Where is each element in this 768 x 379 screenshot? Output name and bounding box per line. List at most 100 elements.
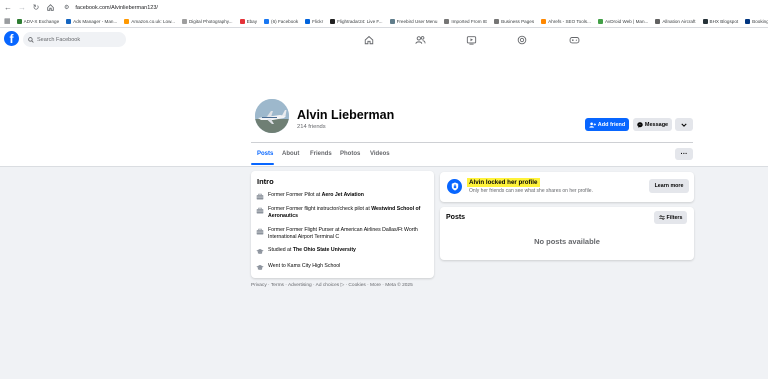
bookmark-favicon-icon [124, 18, 130, 24]
intro-item-text: Former Former Pilot at Aero Jet Aviation [268, 192, 364, 199]
intro-item: Former Former Flight Purser at American … [256, 227, 426, 241]
bookmark-favicon-icon [745, 18, 751, 24]
intro-item-prefix: Former Former Flight Purser at American … [268, 227, 418, 240]
bookmark-favicon-icon [305, 18, 311, 24]
bookmark-label: Flickr [312, 18, 324, 24]
bookmark-item[interactable]: Flickr [305, 18, 324, 24]
bookmark-item[interactable]: Booking A [745, 18, 768, 24]
nav-friends-icon[interactable] [412, 32, 428, 47]
chevron-down-icon [681, 123, 687, 127]
bookmark-item[interactable]: Ahrefs - SEO Tools... [541, 18, 591, 24]
search-input[interactable]: Search Facebook [23, 32, 126, 47]
posts-card: Posts Filters No posts available [440, 207, 694, 260]
bookmark-favicon-icon [66, 18, 72, 24]
nav-groups-icon[interactable] [514, 32, 530, 47]
facebook-logo-icon[interactable]: f [4, 31, 19, 46]
filters-button[interactable]: Filters [654, 211, 687, 224]
profile-dropdown-button[interactable] [675, 118, 693, 131]
profile-divider [251, 142, 693, 143]
intro-item-text: Went to Kams City High School [268, 263, 340, 270]
tabs-more-button[interactable]: ··· [675, 148, 693, 160]
url-field[interactable]: ⚙ facebook.com/Alvinlieberman123/ [64, 4, 158, 12]
bookmark-favicon-icon [181, 18, 187, 24]
message-label: Message [644, 121, 669, 128]
back-icon[interactable]: ← [2, 2, 14, 14]
bookmark-item[interactable]: Business Pages [494, 18, 535, 24]
intro-item: Went to Kams City High School [256, 263, 426, 271]
home-icon[interactable] [44, 2, 56, 14]
bookmark-item[interactable]: Freebird User Menu [389, 18, 437, 24]
avatar-airplane-image [255, 99, 289, 133]
bookmark-item[interactable]: Ads Manager - Man... [66, 18, 117, 24]
intro-item-prefix: Former Former Pilot at [268, 192, 322, 198]
bookmark-favicon-icon [239, 18, 245, 24]
search-icon [28, 36, 34, 43]
bookmark-item[interactable]: BHX Blogspot [702, 18, 738, 24]
add-friend-label: Add friend [597, 121, 626, 128]
bookmark-favicon-icon [330, 18, 336, 24]
briefcase-icon [256, 228, 264, 235]
profile-name: Alvin Lieberman [297, 108, 395, 122]
search-placeholder: Search Facebook [37, 36, 81, 43]
intro-item-link[interactable]: The Ohio State University [293, 247, 356, 253]
bookmark-item[interactable]: Digital Photography... [181, 18, 233, 24]
bookmark-favicon-icon [16, 18, 22, 24]
bookmark-label: (6) Facebook [271, 18, 299, 24]
bookmark-item[interactable]: Flightradar24: Live F... [330, 18, 383, 24]
bookmark-item[interactable]: Imported From IE [444, 18, 487, 24]
bookmark-favicon-icon [541, 18, 547, 24]
bookmark-item[interactable]: (6) Facebook [264, 18, 299, 24]
intro-title: Intro [257, 177, 274, 186]
site-info-icon[interactable]: ⚙ [64, 4, 69, 11]
bookmark-label: Ahrefs - SEO Tools... [548, 18, 591, 24]
bookmark-label: AvDroid Web | Man... [604, 18, 649, 24]
bookmark-item[interactable]: Ebay [239, 18, 257, 24]
bookmark-label: ADV-X Exchange [23, 18, 60, 24]
apps-grid-icon[interactable]: ▦ [4, 17, 11, 25]
bookmark-favicon-icon [655, 18, 661, 24]
nav-home-icon[interactable] [361, 32, 377, 47]
intro-card: Intro Former Former Pilot at Aero Jet Av… [251, 171, 434, 278]
active-tab-indicator [251, 163, 274, 165]
bookmark-item[interactable]: Allnation Aircraft [655, 18, 696, 24]
friends-count[interactable]: 214 friends [297, 124, 326, 130]
bookmark-label: Amazon.co.uk: Low... [131, 18, 175, 24]
bookmark-favicon-icon [702, 18, 708, 24]
bookmark-label: Booking A [752, 18, 768, 24]
forward-icon[interactable]: → [16, 2, 28, 14]
profile-avatar[interactable] [253, 97, 291, 135]
locked-profile-title: Alvin locked her profile [467, 178, 541, 187]
bookmark-favicon-icon [389, 18, 395, 24]
bookmark-item[interactable]: AvDroid Web | Man... [597, 18, 649, 24]
browser-address-bar: ← → ↻ ⚙ facebook.com/Alvinlieberman123/ [0, 0, 768, 15]
intro-item-prefix: Went to Kams City High School [268, 263, 341, 269]
posts-title: Posts [446, 214, 466, 221]
add-friend-icon [589, 122, 596, 128]
nav-gaming-icon[interactable] [566, 32, 582, 47]
nav-video-icon[interactable] [463, 32, 479, 47]
tab-videos[interactable]: Videos [370, 151, 390, 157]
bookmark-label: Digital Photography... [188, 18, 233, 24]
briefcase-icon [256, 207, 264, 214]
footer-links[interactable]: Privacy · Terms · Advertising · Ad choic… [251, 283, 413, 288]
intro-item-link[interactable]: Aero Jet Aviation [322, 192, 364, 198]
learn-more-button[interactable]: Learn more [649, 179, 689, 193]
reload-icon[interactable]: ↻ [30, 2, 42, 14]
tab-posts[interactable]: Posts [257, 151, 273, 157]
filters-label: Filters [666, 214, 683, 221]
bookmark-item[interactable]: ADV-X Exchange [16, 18, 60, 24]
bookmark-favicon-icon [444, 18, 450, 24]
bookmarks-bar: ▦ ADV-X Exchange Ads Manager - Man... Amaz… [0, 15, 768, 28]
url-text: facebook.com/Alvinlieberman123/ [75, 4, 158, 11]
header-bottom-border [0, 166, 768, 167]
add-friend-button[interactable]: Add friend [585, 118, 629, 131]
message-button[interactable]: Message [633, 118, 672, 131]
graduation-cap-icon [256, 264, 264, 271]
tab-photos[interactable]: Photos [340, 151, 360, 157]
intro-item: Former Former flight instructor/check pi… [256, 206, 426, 220]
bookmark-favicon-icon [597, 18, 603, 24]
bookmark-item[interactable]: Amazon.co.uk: Low... [124, 18, 175, 24]
bookmark-label: Business Pages [501, 18, 535, 24]
tab-friends[interactable]: Friends [310, 151, 332, 157]
tab-about[interactable]: About [282, 151, 299, 157]
